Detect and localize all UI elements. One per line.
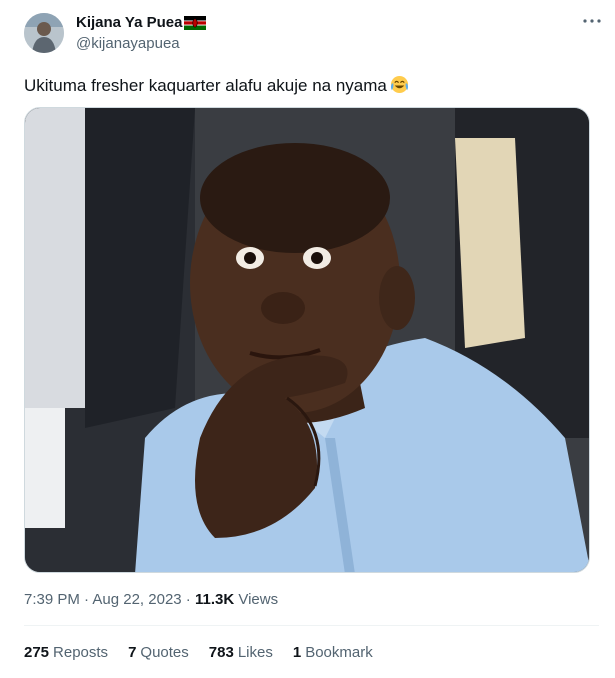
likes-count: 783 (208, 644, 234, 661)
reposts-count: 275 (24, 644, 50, 661)
tweet-date[interactable]: Aug 22, 2023 (92, 591, 181, 608)
kenya-flag-icon (184, 16, 207, 30)
author-handle[interactable]: @kijanayapuea (76, 34, 180, 54)
tweet-card: Kijana Ya Puea @kijanayapuea Ukituma fre… (0, 0, 615, 678)
meta-separator: · (79, 591, 93, 608)
avatar[interactable] (24, 13, 64, 53)
quotes-count: 7 (128, 644, 137, 661)
bookmarks-label: Bookmark (305, 644, 373, 661)
author-name-row[interactable]: Kijana Ya Puea (76, 13, 207, 33)
avatar-image (24, 13, 64, 53)
more-options-icon[interactable] (581, 14, 603, 28)
likes-stat[interactable]: 783 Likes (209, 643, 273, 663)
views-label: Views (238, 591, 279, 608)
likes-label: Likes (237, 644, 273, 661)
reposts-stat[interactable]: 275 Reposts (24, 643, 108, 663)
reposts-label: Reposts (53, 644, 109, 661)
quotes-stat[interactable]: 7 Quotes (128, 643, 189, 663)
tweet-photo[interactable] (24, 107, 590, 573)
author-name[interactable]: Kijana Ya Puea (76, 13, 182, 33)
quotes-label: Quotes (140, 644, 189, 661)
bookmarks-count: 1 (292, 644, 302, 661)
engagement-stats: 275 Reposts 7 Quotes 783 Likes 1 Bookmark (24, 643, 393, 663)
meta-separator: · (181, 591, 195, 608)
views-count: 11.3K (194, 591, 235, 608)
tweet-time[interactable]: 7:39 PM (24, 591, 80, 608)
photo-image (25, 108, 589, 572)
bookmarks-stat[interactable]: 1 Bookmark (293, 643, 373, 663)
tweet-text: Ukituma fresher kaquarter alafu akuje na… (24, 74, 409, 98)
tweet-meta: 7:39 PM · Aug 22, 2023 · 11.3K Views (24, 590, 278, 610)
tweet-text-content: Ukituma fresher kaquarter alafu akuje na… (24, 76, 387, 95)
divider (24, 625, 599, 626)
face-with-tears-of-joy-icon (390, 75, 409, 94)
